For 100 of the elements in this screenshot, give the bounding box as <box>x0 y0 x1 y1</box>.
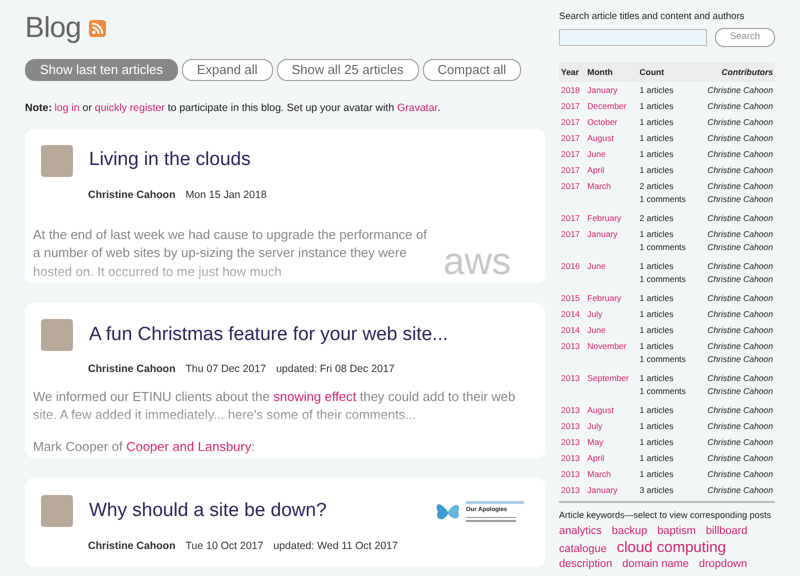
note-link[interactable]: Gravatar <box>397 102 438 114</box>
archive-year-link[interactable]: 2017 <box>561 212 580 223</box>
archive-contributor: Christine Cahoon <box>706 228 774 241</box>
archive-contributor: Christine Cahoon <box>706 212 774 225</box>
archive-month-link[interactable]: January <box>587 484 618 495</box>
archive-year-link[interactable]: 2016 <box>561 260 580 271</box>
archive-month-link[interactable]: July <box>587 420 602 431</box>
archive-month-link[interactable]: February <box>587 212 622 223</box>
rss-feed-icon[interactable] <box>89 20 106 37</box>
archive-count: 2 articles <box>638 212 675 225</box>
archive-month-link[interactable]: December <box>587 100 626 111</box>
archive-year-link[interactable]: 2018 <box>561 84 580 95</box>
keyword-link[interactable]: cloud computing <box>616 538 726 556</box>
keyword-link[interactable]: baptism <box>657 524 696 539</box>
keyword-link[interactable]: domain name <box>622 556 689 572</box>
archive-year-link[interactable]: 2014 <box>561 308 580 319</box>
note-link[interactable]: log in <box>54 102 80 114</box>
post-title[interactable]: Why should a site be down? <box>89 500 418 523</box>
archive-contributor: Christine Cahoon <box>706 308 774 321</box>
archive-count: 1 articles <box>638 324 675 337</box>
archive-year-link[interactable]: 2013 <box>561 340 580 351</box>
view-button[interactable]: Show all 25 articles <box>276 59 419 81</box>
archive-month-link[interactable]: October <box>587 116 618 127</box>
archive-year-link[interactable]: 2017 <box>561 180 580 191</box>
archive-contributor: Christine Cahoon <box>706 404 774 417</box>
archive-year-link[interactable]: 2013 <box>561 372 580 383</box>
post-date: Tue 10 Oct 2017 <box>186 539 264 554</box>
excerpt-link[interactable]: snowing effect <box>273 388 356 404</box>
archive-month-link[interactable]: June <box>587 148 606 159</box>
post-author: Christine Cahoon <box>88 539 176 554</box>
post-title[interactable]: A fun Christmas feature for your web site... <box>89 324 529 346</box>
archive-count: 1 comments <box>638 242 687 254</box>
archive-month-link[interactable]: August <box>587 132 614 143</box>
archive-year-link[interactable]: 2017 <box>561 228 580 239</box>
archive-contributor: Christine Cahoon <box>706 148 774 161</box>
archive-month-link[interactable]: January <box>587 84 618 95</box>
archive-count: 1 articles <box>638 116 675 129</box>
archive-month-link[interactable]: June <box>587 324 606 335</box>
note-link[interactable]: quickly register <box>94 102 165 114</box>
archive-count: 1 articles <box>638 404 675 417</box>
archive-count: 1 articles <box>638 82 696 98</box>
archive-contributor: Christine Cahoon <box>706 132 774 145</box>
archive-year-link[interactable]: 2017 <box>561 132 580 143</box>
archive-contributor: Christine Cahoon <box>706 420 774 433</box>
view-button[interactable]: Compact all <box>422 59 522 81</box>
archive-month-link[interactable]: April <box>587 452 604 463</box>
excerpt-link[interactable]: Cooper and Lansbury <box>126 438 252 454</box>
updated-date: updated: Fri 08 Dec 2017 <box>276 362 395 377</box>
archive-count: 1 articles <box>638 164 675 177</box>
archive-year-link[interactable]: 2013 <box>561 420 580 431</box>
archive-month-link[interactable]: June <box>587 260 606 271</box>
keyword-link[interactable]: description <box>559 556 612 572</box>
archive-contributor: Christine Cahoon <box>706 180 774 193</box>
archive-count: 1 articles <box>638 468 675 481</box>
archive-contributor: Christine Cahoon <box>706 484 774 497</box>
archive-year-link[interactable]: 2014 <box>561 324 580 335</box>
archive-year-link[interactable]: 2017 <box>561 164 580 175</box>
archive-month-link[interactable]: November <box>587 340 626 351</box>
archive-year-link[interactable]: 2017 <box>561 100 580 111</box>
archive-year-link[interactable]: 2015 <box>561 292 580 303</box>
view-button[interactable]: Show last ten articles <box>25 59 178 81</box>
archive-year-link[interactable]: 2017 <box>561 148 580 159</box>
post-excerpt: We informed our ETINU clients about the snowing effect they could add to their web site. A few added it immediately... here's some of their comments... <box>33 388 516 424</box>
archive-month-link[interactable]: March <box>587 180 611 191</box>
avatar-placeholder <box>41 495 73 528</box>
archive-year-link[interactable]: 2013 <box>561 404 580 415</box>
column-header: Count <box>638 62 696 82</box>
archive-contributor: Christine Cahoon <box>695 82 775 98</box>
archive-contributor: Christine Cahoon <box>706 274 774 286</box>
archive-month-link[interactable]: January <box>587 228 618 239</box>
view-button[interactable]: Expand all <box>182 59 273 81</box>
post-date: Thu 07 Dec 2017 <box>186 362 266 377</box>
archive-month-link[interactable]: July <box>587 308 602 319</box>
keyword-link[interactable]: catalogue <box>559 542 607 557</box>
keyword-link[interactable]: backup <box>612 524 648 539</box>
archive-count: 1 comments <box>638 274 687 286</box>
archive-count: 1 articles <box>638 420 675 433</box>
keyword-link[interactable]: dropdown <box>698 556 748 572</box>
archive-month-link[interactable]: April <box>587 164 604 175</box>
avatar-placeholder <box>41 319 73 351</box>
archive-month-link[interactable]: May <box>587 436 604 447</box>
archive-count: 1 articles <box>638 372 675 385</box>
archive-month-link[interactable]: February <box>587 292 622 303</box>
archive-month-link[interactable]: March <box>587 468 611 479</box>
post-title[interactable]: Living in the clouds <box>89 149 529 172</box>
archive-year-link[interactable]: 2013 <box>561 436 580 447</box>
archive-contributor: Christine Cahoon <box>706 436 774 449</box>
archive-year-link[interactable]: 2013 <box>561 484 580 495</box>
archive-year-link[interactable]: 2013 <box>561 468 580 479</box>
avatar-placeholder <box>41 144 73 177</box>
search-button[interactable]: Search <box>715 28 775 46</box>
archive-contributor: Christine Cahoon <box>706 372 774 385</box>
archive-year-link[interactable]: 2017 <box>561 116 580 127</box>
updated-date: updated: Wed 11 Oct 2017 <box>273 539 398 554</box>
search-field[interactable] <box>559 28 707 46</box>
archive-month-link[interactable]: August <box>587 404 614 415</box>
archive-year-link[interactable]: 2013 <box>561 452 580 463</box>
keyword-link[interactable]: analytics <box>559 524 602 539</box>
keyword-link[interactable]: billboard <box>706 524 748 539</box>
archive-month-link[interactable]: September <box>587 372 629 383</box>
